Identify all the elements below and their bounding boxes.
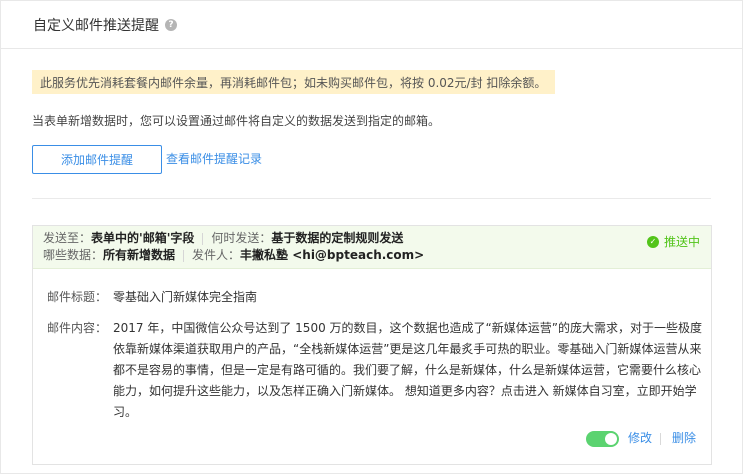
view-reminder-history-link[interactable]: 查看邮件提醒记录	[166, 150, 262, 167]
send-to-value: 表单中的'邮箱'字段	[91, 231, 195, 245]
toggle-knob	[605, 433, 617, 445]
meta-divider	[202, 233, 204, 245]
send-to: 发送至：表单中的'邮箱'字段	[43, 230, 194, 247]
check-circle-icon: ✓	[646, 235, 659, 248]
delete-link[interactable]: 删除	[672, 429, 696, 446]
page-title: 自定义邮件推送提醒	[33, 17, 159, 34]
data-scope: 哪些数据：所有新增数据	[43, 247, 175, 264]
send-to-label: 发送至：	[43, 231, 92, 245]
status-text: 推送中	[663, 235, 700, 249]
rule-summary: 发送至：表单中的'邮箱'字段 何时发送：基于数据的定制规则发送 哪些数据：所有新…	[33, 226, 711, 269]
edit-link[interactable]: 修改	[628, 429, 652, 446]
data-scope-label: 哪些数据：	[43, 248, 104, 262]
send-when-value: 基于数据的定制规则发送	[271, 231, 404, 245]
rule-meta-row-2: 哪些数据：所有新增数据 发件人：丰撇私塾 <hi@bpteach.com>	[43, 247, 701, 264]
sender-value: 丰撇私塾 <hi@bpteach.com>	[240, 248, 425, 262]
reminder-rule-card: 发送至：表单中的'邮箱'字段 何时发送：基于数据的定制规则发送 哪些数据：所有新…	[32, 225, 712, 465]
content-label: 邮件内容：	[47, 321, 108, 335]
add-email-reminder-button[interactable]: 添加邮件提醒	[32, 145, 162, 174]
content-value: 2017 年，中国微信公众号达到了 1500 万的数目，这个数据也造成了“新媒体…	[113, 321, 702, 419]
subject-value: 零基础入门新媒体完全指南	[113, 290, 258, 304]
enable-toggle[interactable]	[586, 431, 619, 447]
billing-notice-text: 此服务优先消耗套餐内邮件余量，再消耗邮件包；如未购买邮件包，将按 0.02元/封…	[40, 75, 547, 90]
send-when-label: 何时发送：	[211, 231, 272, 245]
send-when: 何时发送：基于数据的定制规则发送	[211, 230, 403, 247]
description-text: 当表单新增数据时，您可以设置通过邮件将自定义的数据发送到指定的邮箱。	[32, 114, 441, 128]
sender: 发件人：丰撇私塾 <hi@bpteach.com>	[192, 247, 424, 264]
email-push-panel: 自定义邮件推送提醒 ? 此服务优先消耗套餐内邮件余量，再消耗邮件包；如未购买邮件…	[0, 0, 743, 474]
subject-label: 邮件标题：	[47, 290, 108, 304]
billing-notice: 此服务优先消耗套餐内邮件余量，再消耗邮件包；如未购买邮件包，将按 0.02元/封…	[32, 70, 555, 94]
panel-header: 自定义邮件推送提醒 ?	[1, 1, 742, 49]
meta-divider	[183, 250, 185, 262]
status-badge: ✓ 推送中	[646, 233, 700, 250]
content-field: 邮件内容： 2017 年，中国微信公众号达到了 1500 万的数目，这个数据也造…	[47, 318, 705, 423]
subject-field: 邮件标题： 零基础入门新媒体完全指南	[47, 287, 257, 308]
data-scope-value: 所有新增数据	[103, 248, 176, 262]
sender-label: 发件人：	[192, 248, 241, 262]
question-circle-icon[interactable]: ?	[165, 19, 177, 31]
rule-meta-row-1: 发送至：表单中的'邮箱'字段 何时发送：基于数据的定制规则发送	[43, 230, 701, 247]
action-divider	[660, 433, 661, 445]
divider	[32, 198, 711, 199]
